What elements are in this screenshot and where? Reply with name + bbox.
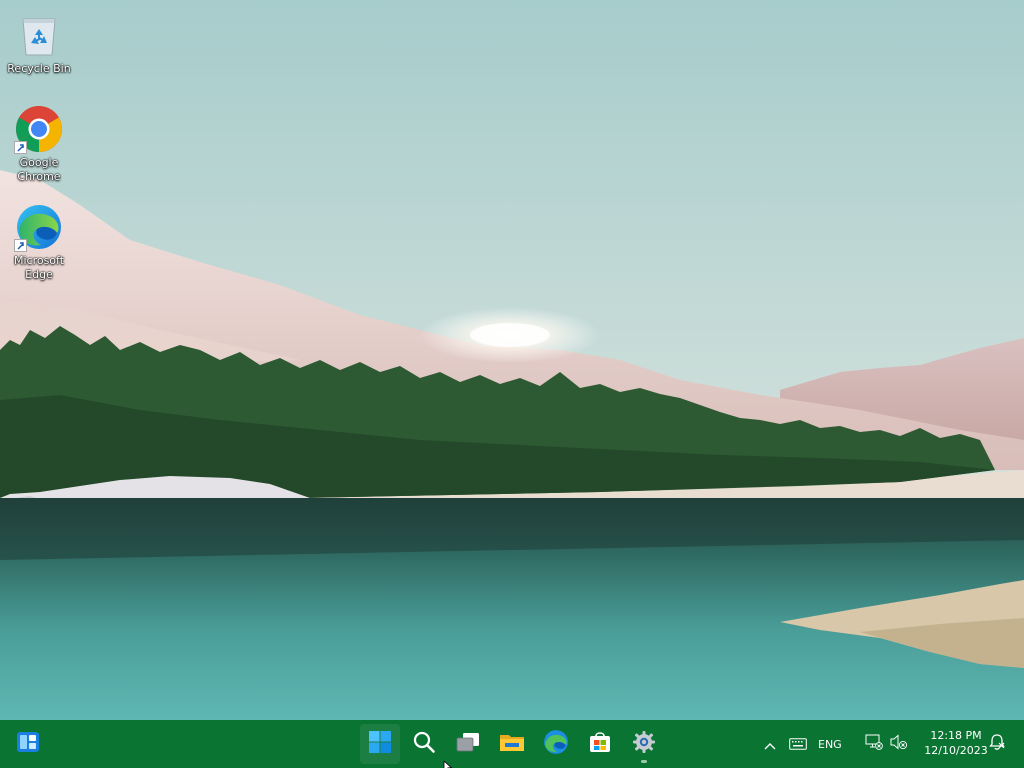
widgets-button[interactable] xyxy=(8,724,48,764)
desktop-icon-label: Recycle Bin xyxy=(7,62,71,75)
network-icon xyxy=(865,734,883,754)
start-button[interactable] xyxy=(360,724,400,764)
desktop-icon-microsoft-edge[interactable]: Microsoft Edge xyxy=(4,202,74,282)
task-view-icon xyxy=(455,731,481,757)
input-language-indicator[interactable]: ENG xyxy=(818,738,842,751)
search-button[interactable] xyxy=(404,724,444,764)
touch-keyboard-button[interactable] xyxy=(786,724,810,764)
network-status-button[interactable] xyxy=(862,724,886,764)
chevron-up-icon xyxy=(764,735,776,754)
edge-icon xyxy=(543,729,569,759)
chrome-icon xyxy=(14,104,64,154)
taskbar: ENG xyxy=(0,720,1024,768)
clock-date: 12/10/2023 xyxy=(924,744,988,757)
volume-muted-icon xyxy=(890,734,908,754)
running-indicator xyxy=(641,760,647,763)
keyboard-icon xyxy=(789,735,807,754)
shortcut-arrow-icon xyxy=(14,239,27,252)
widgets-icon xyxy=(16,731,40,757)
clock-time: 12:18 PM xyxy=(930,729,982,742)
settings-button[interactable] xyxy=(624,724,664,764)
clock[interactable]: 12:18 PM 12/10/2023 xyxy=(914,728,998,758)
desktop-wallpaper xyxy=(0,0,1024,720)
settings-gear-icon xyxy=(632,730,656,758)
desktop-icon-label: Microsoft Edge xyxy=(13,254,65,281)
microsoft-store-icon xyxy=(588,730,612,758)
show-hidden-icons-button[interactable] xyxy=(760,724,780,764)
edge-taskbar-button[interactable] xyxy=(536,724,576,764)
volume-button[interactable] xyxy=(888,724,910,764)
desktop-icon-google-chrome[interactable]: Google Chrome xyxy=(4,104,74,184)
shortcut-arrow-icon xyxy=(14,141,27,154)
windows-start-icon xyxy=(368,730,392,758)
mouse-cursor-icon xyxy=(443,757,453,768)
desktop-icon-label: Google Chrome xyxy=(17,156,61,183)
file-explorer-button[interactable] xyxy=(492,724,532,764)
file-explorer-icon xyxy=(499,731,525,757)
microsoft-store-button[interactable] xyxy=(580,724,620,764)
recycle-bin-icon xyxy=(14,10,64,60)
desktop-icon-recycle-bin[interactable]: Recycle Bin xyxy=(4,10,74,76)
search-icon xyxy=(412,730,436,758)
edge-icon xyxy=(14,202,64,252)
task-view-button[interactable] xyxy=(448,724,488,764)
